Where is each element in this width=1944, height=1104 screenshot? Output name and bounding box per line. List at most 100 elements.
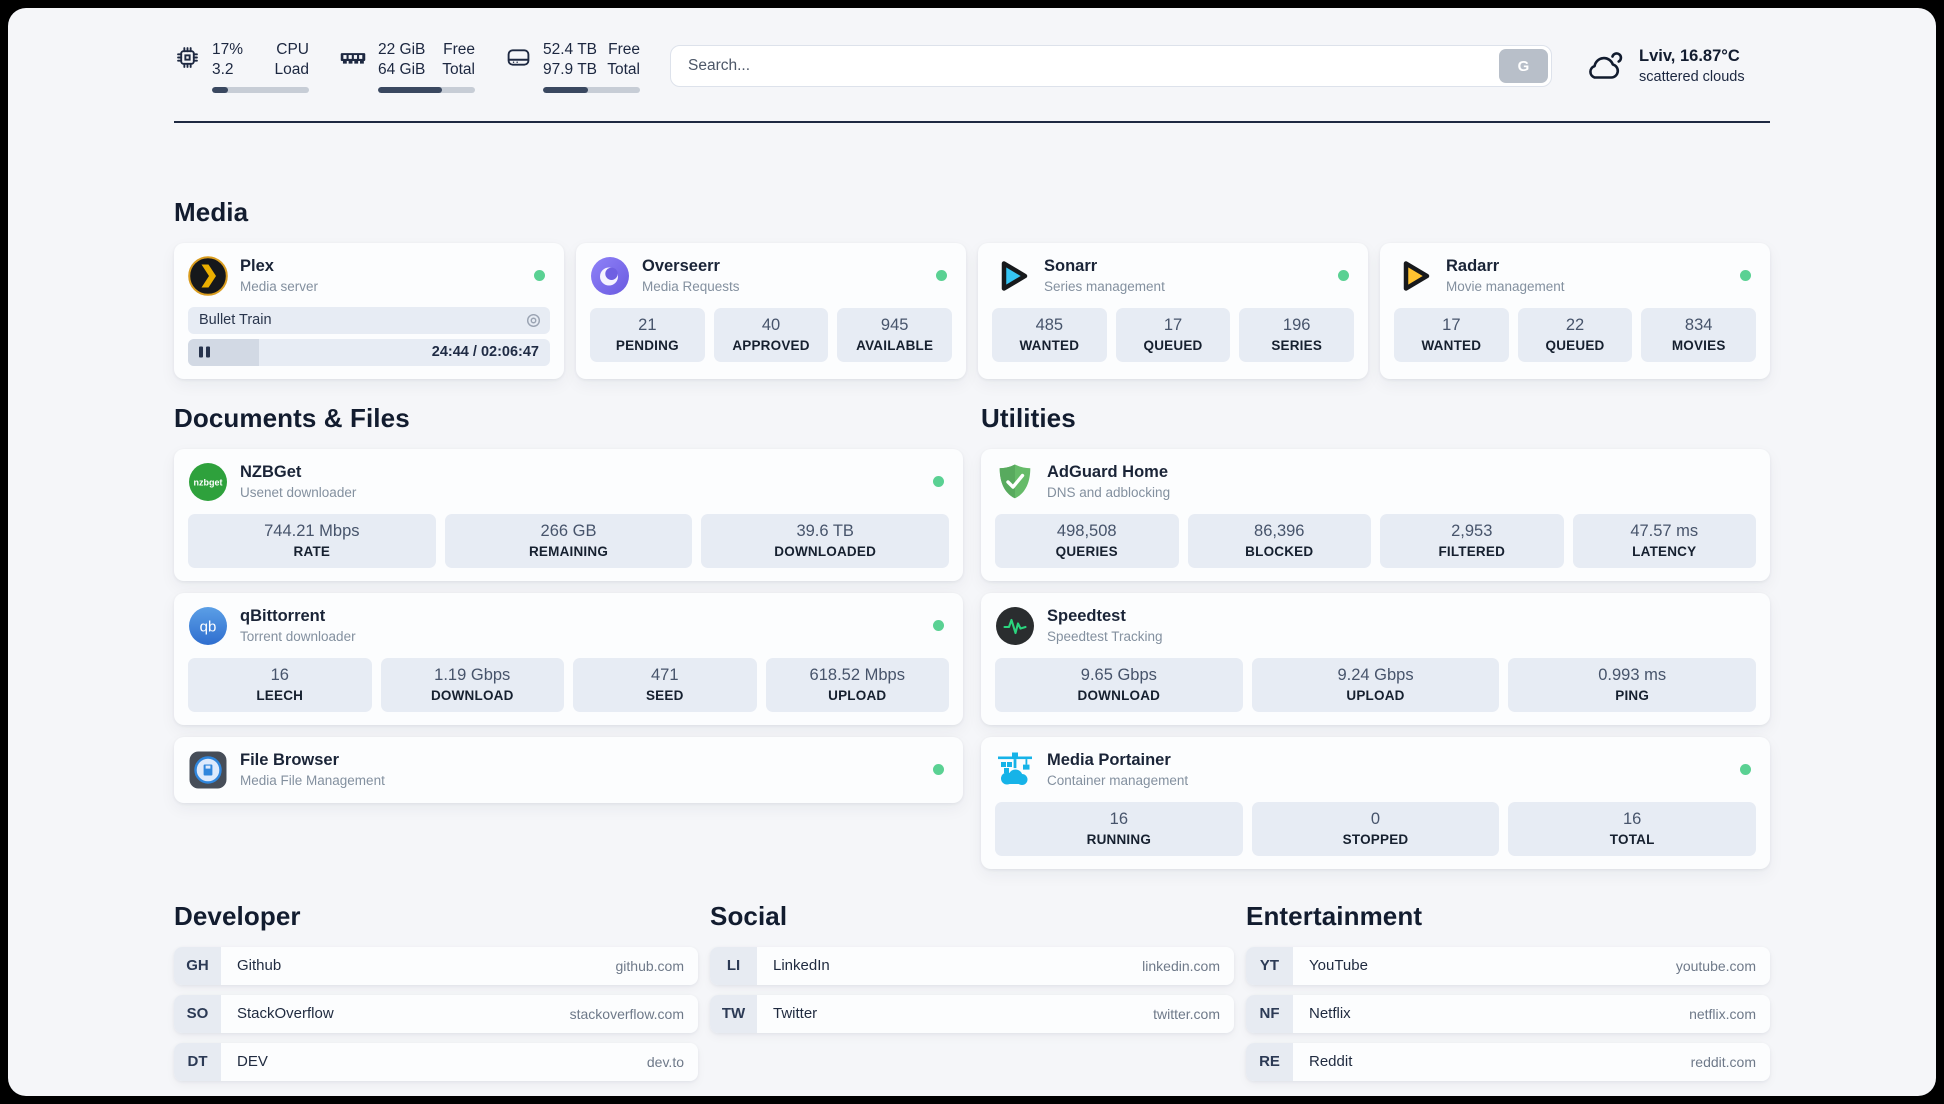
now-playing-row[interactable]: Bullet Train: [188, 306, 550, 334]
bookmark-stackoverflow[interactable]: SO StackOverflow stackoverflow.com: [174, 994, 698, 1033]
memory-widget: 22 GiB 64 GiB Free Total: [339, 40, 475, 93]
memory-total-value: 64 GiB: [378, 61, 426, 79]
bookmark-url: youtube.com: [1675, 957, 1756, 974]
bookmark-reddit[interactable]: RE Reddit reddit.com: [1246, 1042, 1770, 1081]
header-divider: [174, 120, 1770, 123]
disk-free-value: 52.4 TB: [543, 41, 598, 58]
service-card-sonarr[interactable]: Sonarr Series management 485 WANTED 17 QUE…: [978, 242, 1368, 379]
nzbget-icon: nzbget: [189, 462, 227, 501]
service-card-speedtest[interactable]: Speedtest Speedtest Tracking 9.65 Gbps DO…: [981, 592, 1770, 725]
disk-free-label: Free: [608, 41, 640, 58]
stat-box: 16 TOTAL: [1508, 801, 1757, 856]
service-title: Radarr: [1446, 257, 1500, 276]
bookmark-url: netflix.com: [1689, 1005, 1756, 1022]
service-card-filebrowser[interactable]: File Browser Media File Management: [174, 736, 963, 803]
search-input[interactable]: [670, 45, 1552, 88]
svg-text:nzbget: nzbget: [194, 477, 223, 487]
bookmark-twitter[interactable]: TW Twitter twitter.com: [710, 994, 1234, 1033]
portainer-icon: [998, 752, 1032, 785]
bookmark-abbr: RE: [1246, 1042, 1293, 1081]
service-card-portainer[interactable]: Media Portainer Container management 16 R…: [981, 736, 1770, 869]
bookmark-name: Github: [237, 957, 282, 975]
cpu-usage-value: 17%: [212, 41, 244, 58]
service-title: AdGuard Home: [1047, 463, 1169, 482]
section-entertainment: Entertainment YT YouTube youtube.com NF …: [1246, 901, 1770, 1081]
service-subtitle: Media Requests: [642, 279, 740, 295]
section-documents-files: Documents & Files nzbget NZBGet Usenet d…: [174, 403, 963, 869]
bookmark-abbr: LI: [710, 946, 757, 985]
section-media: Media Plex Media server Bullet Train 24:…: [174, 197, 1770, 379]
stat-box: 471 SEED: [573, 657, 757, 712]
bookmark-abbr: TW: [710, 994, 757, 1033]
service-card-nzbget[interactable]: nzbget NZBGet Usenet downloader 744.21 M…: [174, 448, 963, 581]
bookmark-abbr: NF: [1246, 994, 1293, 1033]
disk-drive-icon: [507, 49, 530, 66]
memory-total-label: Total: [442, 61, 475, 79]
service-title: Speedtest: [1047, 607, 1126, 626]
service-title: qBittorrent: [240, 607, 326, 626]
stat-box: 0.993 ms PING: [1508, 657, 1757, 712]
service-card-plex[interactable]: Plex Media server Bullet Train 24:44 / 0…: [174, 242, 564, 379]
service-card-adguard[interactable]: AdGuard Home DNS and adblocking 498,508 Q…: [981, 448, 1770, 581]
service-title: Sonarr: [1044, 257, 1098, 276]
service-title: Media Portainer: [1047, 751, 1171, 770]
stat-box: 86,396 BLOCKED: [1187, 513, 1371, 568]
status-dot-online: [933, 764, 944, 776]
pause-icon[interactable]: [199, 346, 210, 358]
playback-progress-bar[interactable]: 24:44 / 02:06:47: [188, 338, 550, 366]
bookmark-name: YouTube: [1309, 957, 1368, 975]
now-playing-title: Bullet Train: [199, 312, 272, 329]
service-subtitle: DNS and adblocking: [1047, 485, 1171, 501]
status-dot-online: [1740, 764, 1751, 776]
stat-box: 618.52 Mbps UPLOAD: [765, 657, 949, 712]
stat-box: 22 QUEUED: [1517, 307, 1633, 362]
bookmark-url: stackoverflow.com: [569, 1005, 684, 1022]
bookmark-youtube[interactable]: YT YouTube youtube.com: [1246, 946, 1770, 985]
service-subtitle: Usenet downloader: [240, 485, 357, 501]
weather-widget: Lviv, 16.87°C scattered clouds: [1582, 47, 1770, 85]
bookmark-abbr: YT: [1246, 946, 1293, 985]
service-subtitle: Series management: [1044, 279, 1165, 295]
bookmark-name: StackOverflow: [237, 1005, 334, 1023]
service-card-overseerr[interactable]: Overseerr Media Requests 21 PENDING 40 APP…: [576, 242, 966, 379]
stat-box: 17 WANTED: [1394, 307, 1509, 362]
bookmark-netflix[interactable]: NF Netflix netflix.com: [1246, 994, 1770, 1033]
bookmark-linkedin[interactable]: LI LinkedIn linkedin.com: [710, 946, 1234, 985]
service-subtitle: Container management: [1047, 773, 1189, 789]
service-card-radarr[interactable]: Radarr Movie management 17 WANTED 22 QUEUE…: [1380, 242, 1770, 379]
service-title: File Browser: [240, 751, 340, 770]
bookmark-url: reddit.com: [1690, 1053, 1756, 1070]
service-subtitle: Media server: [240, 279, 319, 295]
bookmark-abbr: DT: [174, 1042, 221, 1081]
bookmark-name: LinkedIn: [773, 957, 830, 975]
system-resources: 17% 3.2 CPU Load 22 GiB 64 GiB Free Tota…: [174, 40, 640, 93]
cpu-label-2: Load: [274, 61, 309, 79]
stat-box: 9.65 Gbps DOWNLOAD: [995, 657, 1243, 712]
qbittorrent-icon: qb: [189, 606, 227, 645]
bookmark-dev[interactable]: DT DEV dev.to: [174, 1042, 698, 1081]
service-card-qbittorrent[interactable]: qb qBittorrent Torrent downloader 16 LEEC…: [174, 592, 963, 725]
bookmark-url: github.com: [615, 957, 684, 974]
session-target-icon[interactable]: [526, 313, 541, 328]
stat-box: 744.21 Mbps RATE: [188, 513, 436, 568]
stat-box: 21 PENDING: [590, 307, 705, 362]
weather-condition: scattered clouds: [1639, 69, 1745, 86]
section-heading-developer: Developer: [174, 900, 301, 931]
status-dot-online: [933, 476, 944, 488]
stat-box: 485 WANTED: [992, 307, 1107, 362]
service-title: Overseerr: [642, 257, 720, 276]
memory-free-label: Free: [443, 41, 475, 58]
bookmark-github[interactable]: GH Github github.com: [174, 946, 698, 985]
topbar: 17% 3.2 CPU Load 22 GiB 64 GiB Free Tota…: [174, 40, 1770, 93]
status-dot-online: [1338, 270, 1349, 282]
search-engine-button[interactable]: G: [1499, 49, 1548, 84]
stat-box: 1.19 Gbps DOWNLOAD: [380, 657, 564, 712]
memory-free-value: 22 GiB: [378, 41, 426, 58]
bookmark-abbr: SO: [174, 994, 221, 1033]
weather-location-temp: Lviv, 16.87°C: [1639, 47, 1740, 66]
bookmark-url: linkedin.com: [1142, 957, 1220, 974]
cpu-label: CPU: [276, 41, 309, 58]
section-heading-utilities: Utilities: [981, 402, 1076, 433]
disk-total-value: 97.9 TB: [543, 61, 598, 79]
stat-box: 0 STOPPED: [1251, 801, 1500, 856]
